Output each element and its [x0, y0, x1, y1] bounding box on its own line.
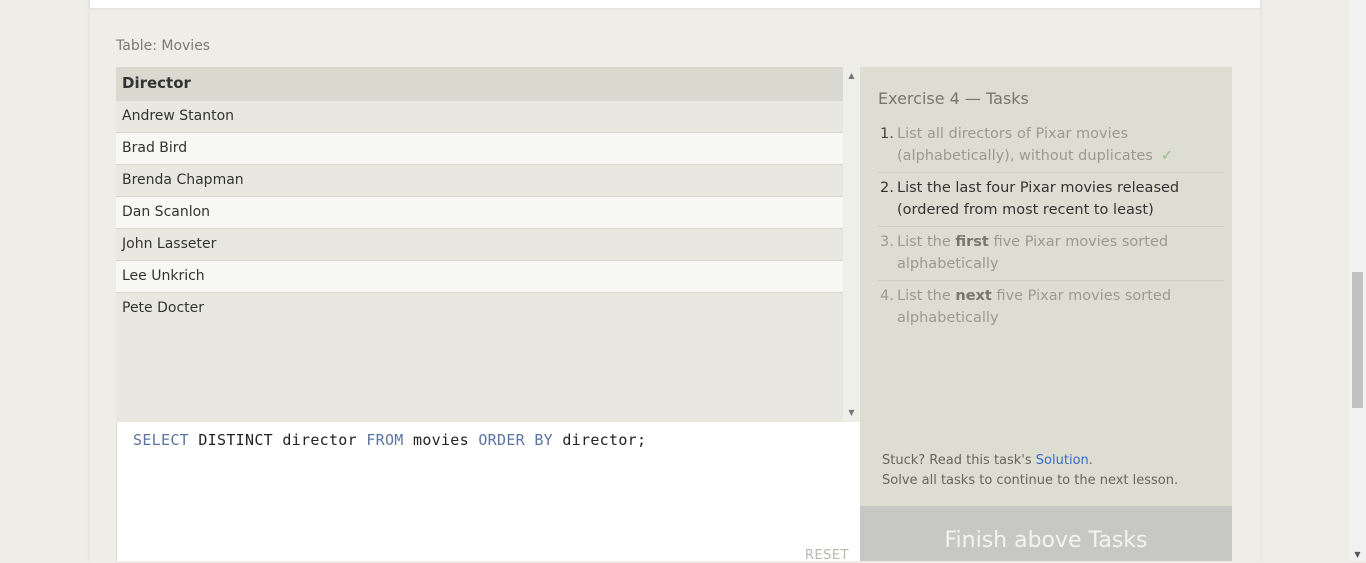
- code-movies: movies: [412, 431, 469, 449]
- table-row: Brenda Chapman: [116, 164, 843, 196]
- table-caption: Table: Movies: [116, 38, 211, 54]
- sql-editor[interactable]: SELECT DISTINCT director FROM movies ORD…: [116, 422, 861, 563]
- task-number: 4.: [880, 288, 894, 304]
- task-number: 1.: [880, 126, 894, 142]
- finish-tasks-button[interactable]: Finish above Tasks: [860, 506, 1232, 561]
- column-header-director: Director: [116, 67, 843, 100]
- keyword-from: FROM: [366, 431, 404, 449]
- table-row: Brad Bird: [116, 132, 843, 164]
- solve-all-text: Solve all tasks to continue to the next …: [882, 473, 1179, 488]
- previous-section-card: [90, 0, 1260, 8]
- solution-link[interactable]: Solution: [1036, 453, 1089, 468]
- task-text-bold: next: [955, 288, 992, 304]
- table-row: John Lasseter: [116, 228, 843, 260]
- page-scroll-down-icon[interactable]: ▼: [1349, 550, 1366, 559]
- results-table: Director Andrew Stanton Brad Bird Brenda…: [116, 67, 843, 422]
- task-item-1: 1. List all directors of Pixar movies (a…: [878, 119, 1224, 173]
- tasks-panel: Exercise 4 — Tasks 1. List all directors…: [860, 67, 1232, 506]
- task-text-pre: List the: [897, 234, 956, 250]
- results-scrollbar[interactable]: ▲ ▼: [843, 67, 860, 422]
- task-text-pre: List the: [897, 288, 956, 304]
- task-text-bold: first: [955, 234, 989, 250]
- task-item-2: 2. List the last four Pixar movies relea…: [878, 173, 1224, 227]
- sql-query[interactable]: SELECT DISTINCT director FROM movies ORD…: [133, 431, 646, 449]
- scroll-up-icon[interactable]: ▲: [843, 70, 860, 82]
- tasks-title: Exercise 4 — Tasks: [878, 89, 1029, 108]
- task-item-4: 4. List the next five Pixar movies sorte…: [878, 281, 1224, 334]
- task-text: List the last four Pixar movies released…: [897, 180, 1180, 218]
- task-item-3: 3. List the first five Pixar movies sort…: [878, 227, 1224, 281]
- task-list: 1. List all directors of Pixar movies (a…: [878, 119, 1224, 334]
- task-text: List all directors of Pixar movies (alph…: [897, 126, 1153, 164]
- table-row: Andrew Stanton: [116, 100, 843, 132]
- scroll-down-icon[interactable]: ▼: [843, 407, 860, 419]
- keyword-order-by: ORDER BY: [478, 431, 553, 449]
- task-number: 2.: [880, 180, 894, 196]
- page-shadow-left: [86, 0, 90, 561]
- page-shadow-right: [1260, 0, 1264, 561]
- table-row: Lee Unkrich: [116, 260, 843, 292]
- code-director: director;: [562, 431, 647, 449]
- table-row: Dan Scanlon: [116, 196, 843, 228]
- table-row: Pete Docter: [116, 292, 843, 324]
- stuck-text: Stuck? Read this task's: [882, 453, 1036, 468]
- stuck-period: .: [1088, 453, 1093, 468]
- keyword-select: SELECT: [133, 431, 189, 449]
- help-text: Stuck? Read this task's Solution. Solve …: [882, 451, 1178, 491]
- check-icon: ✓: [1160, 148, 1174, 164]
- task-number: 3.: [880, 234, 894, 250]
- code-distinct-director: DISTINCT director: [198, 431, 357, 449]
- page-scrollbar-thumb[interactable]: [1352, 272, 1363, 408]
- page-scrollbar[interactable]: ▼: [1349, 0, 1366, 561]
